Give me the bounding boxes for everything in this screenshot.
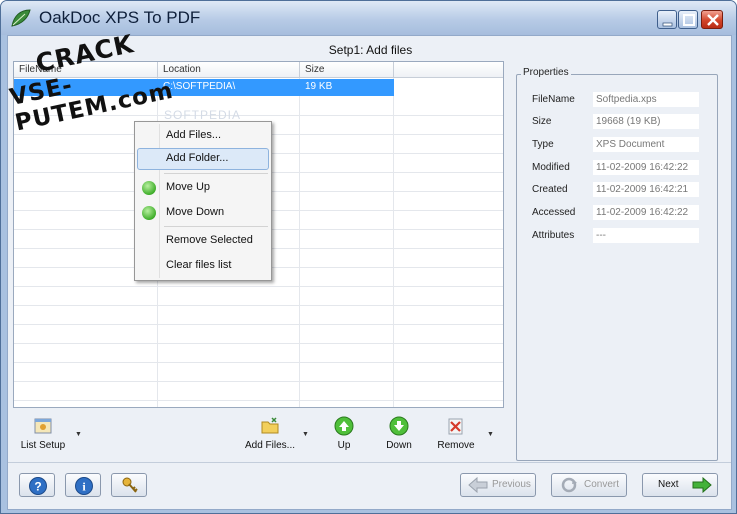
empty-row <box>14 287 503 306</box>
minimize-icon <box>662 22 673 27</box>
prop-value: 11-02-2009 16:42:22 <box>593 160 699 175</box>
menu-separator <box>164 226 268 227</box>
list-setup-icon <box>34 418 52 434</box>
menu-item-add-folder[interactable]: Add Folder... <box>137 148 269 170</box>
prop-row: Attributes --- <box>526 228 712 244</box>
title-bar: OakDoc XPS To PDF <box>1 1 736 35</box>
row-size: 19 KB <box>305 81 333 92</box>
menu-item-add-files[interactable]: Add Files... <box>137 125 269 147</box>
help-icon: ? <box>29 477 47 495</box>
prop-key: Accessed <box>532 207 576 218</box>
info-button[interactable]: i <box>65 473 101 497</box>
menu-item-clear-list[interactable]: Clear files list <box>137 255 269 277</box>
prop-row: Created 11-02-2009 16:42:21 <box>526 182 712 198</box>
chevron-down-icon[interactable]: ▼ <box>75 431 82 438</box>
next-label: Next <box>658 479 679 490</box>
arrow-down-icon <box>389 416 409 436</box>
prop-value: 11-02-2009 16:42:21 <box>593 182 699 197</box>
prop-value: 19668 (19 KB) <box>593 114 699 129</box>
menu-item-move-down[interactable]: Move Down <box>137 202 269 224</box>
empty-row <box>14 306 503 325</box>
prop-key: Type <box>532 139 554 150</box>
remove-x-icon <box>448 418 463 435</box>
add-files-label: Add Files... <box>244 440 296 451</box>
convert-icon <box>561 477 577 493</box>
maximize-icon <box>683 14 695 26</box>
prop-key: Created <box>532 184 568 195</box>
help-button[interactable]: ? <box>19 473 55 497</box>
green-circle-icon <box>142 181 156 195</box>
prop-row: Accessed 11-02-2009 16:42:22 <box>526 205 712 221</box>
arrow-left-icon <box>468 477 488 493</box>
empty-row <box>14 344 503 363</box>
menu-item-label: Move Up <box>166 181 211 193</box>
maximize-button[interactable] <box>678 10 698 29</box>
up-label: Up <box>337 440 351 451</box>
column-size[interactable]: Size <box>300 62 394 78</box>
prop-row: Modified 11-02-2009 16:42:22 <box>526 160 712 176</box>
prop-key: Size <box>532 116 552 127</box>
convert-button[interactable]: Convert <box>551 473 627 497</box>
menu-item-remove-selected[interactable]: Remove Selected <box>137 230 269 252</box>
properties-legend: Properties <box>521 67 571 78</box>
prop-value: --- <box>593 228 699 243</box>
prop-key: FileName <box>532 94 575 105</box>
bottom-bar: ? i Previous Convert Next <box>8 462 731 509</box>
prop-value: XPS Document <box>593 137 699 152</box>
empty-row <box>14 382 503 401</box>
menu-item-move-up[interactable]: Move Up <box>137 177 269 199</box>
leaf-icon <box>11 9 31 27</box>
prop-value: Softpedia.xps <box>593 92 699 107</box>
prop-row: Size 19668 (19 KB) <box>526 114 712 130</box>
green-circle-icon <box>142 206 156 220</box>
convert-label: Convert <box>584 479 620 490</box>
chevron-down-icon[interactable]: ▼ <box>487 431 494 438</box>
up-button[interactable]: Up <box>327 413 361 458</box>
context-menu: Add Files... Add Folder... Move Up Move … <box>134 121 272 281</box>
add-files-button[interactable]: Add Files... <box>243 413 297 458</box>
app-window: OakDoc XPS To PDF Setp1: Add files FileN… <box>0 0 737 514</box>
empty-row <box>14 325 503 344</box>
remove-button[interactable]: Remove <box>435 413 477 458</box>
prop-key: Attributes <box>532 230 575 241</box>
info-icon: i <box>75 477 93 495</box>
previous-button[interactable]: Previous <box>460 473 536 497</box>
arrow-up-icon <box>334 416 354 436</box>
svg-text:?: ? <box>34 480 41 494</box>
minimize-button[interactable] <box>657 10 677 29</box>
next-button[interactable]: Next <box>642 473 718 497</box>
empty-row <box>14 363 503 382</box>
window-title: OakDoc XPS To PDF <box>39 8 201 27</box>
list-setup-button[interactable]: List Setup <box>17 413 69 458</box>
prop-row: Type XPS Document <box>526 137 712 153</box>
prop-key: Modified <box>532 162 570 173</box>
register-button[interactable] <box>111 473 147 497</box>
chevron-down-icon[interactable]: ▼ <box>302 431 309 438</box>
menu-item-label: Move Down <box>166 206 225 218</box>
key-icon <box>122 477 138 493</box>
previous-label: Previous <box>492 479 531 490</box>
down-button[interactable]: Down <box>380 413 418 458</box>
properties-panel: Properties FileName Softpedia.xps Size 1… <box>516 67 718 461</box>
menu-separator <box>164 173 268 174</box>
watermark-overlay: CRACK VSE-PUTEM.com <box>7 29 185 137</box>
down-label: Down <box>386 440 412 451</box>
prop-value: 11-02-2009 16:42:22 <box>593 205 699 220</box>
close-icon <box>707 14 719 26</box>
arrow-right-icon <box>692 477 712 493</box>
folder-icon <box>261 417 279 434</box>
close-button[interactable] <box>701 10 723 29</box>
prop-row: FileName Softpedia.xps <box>526 92 712 108</box>
remove-label: Remove <box>437 440 475 451</box>
list-toolbar: List Setup ▼ Add Files... ▼ Up Down Remo… <box>13 413 504 458</box>
list-setup-label: List Setup <box>20 440 66 451</box>
